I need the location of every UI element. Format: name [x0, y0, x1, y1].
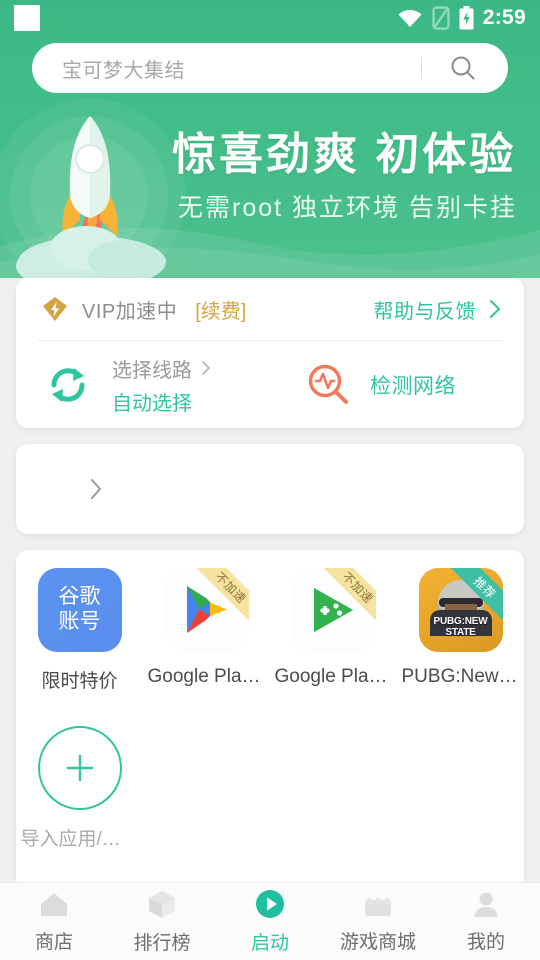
cube-icon: [149, 891, 175, 918]
nav-item-store[interactable]: 商店: [0, 883, 108, 960]
search-icon[interactable]: [448, 53, 478, 83]
import-app-label: 导入应用/游戏: [20, 829, 139, 850]
app-tile[interactable]: 谷歌 账号 限时特价: [16, 568, 143, 693]
nav-item-game-mall[interactable]: 游戏商城: [324, 883, 432, 960]
app-label: Google Play ...: [274, 666, 393, 687]
battery-charging-icon: [459, 6, 474, 30]
search-bar[interactable]: 宝可梦大集结: [32, 43, 508, 93]
sync-refresh-icon: [44, 361, 92, 409]
store-icon: [365, 898, 391, 916]
add-app-row: 导入应用/游戏: [16, 726, 524, 851]
chevron-right-icon[interactable]: [88, 476, 104, 502]
banner-illustration: 惊喜劲爽 初体验 无需root 独立环境 告别卡挂: [0, 96, 540, 278]
bottom-navigation: 商店 排行榜 启动 游戏商城 我的: [0, 882, 540, 960]
app-label: Google Play ...: [147, 666, 266, 687]
search-divider: [421, 57, 422, 79]
status-time: 2:59: [482, 6, 526, 29]
vip-status-row: VIP加速中 [续费] 帮助与反馈: [16, 278, 524, 340]
status-icons: [397, 6, 474, 30]
app-label: PUBG:New S...: [401, 666, 520, 687]
app-icon[interactable]: 不加速: [164, 568, 249, 652]
app-tile[interactable]: 不加速 Google Play ...: [143, 568, 270, 693]
route-value: 自动选择: [112, 392, 192, 415]
vip-status-label: VIP加速中: [82, 300, 178, 323]
app-icon[interactable]: 不加速: [291, 568, 376, 652]
person-icon: [474, 892, 498, 917]
header-green-area: 2:59 宝可梦大集结 惊喜劲爽 初体验 无需root 独立环境 告别卡挂: [0, 0, 540, 278]
chevron-right-icon[interactable]: [488, 298, 502, 320]
status-notification-icon: [14, 5, 40, 31]
network-check-label: 检测网络: [370, 374, 456, 398]
nav-item-ranking[interactable]: 排行榜: [108, 883, 216, 960]
vip-actions-row: 选择线路 自动选择 检测网络: [16, 341, 524, 428]
app-icon[interactable]: PUBG:NEW STATE 推荐: [418, 568, 503, 652]
app-tile[interactable]: PUBG:NEW STATE 推荐 PUBG:New S...: [397, 568, 524, 693]
app-tile[interactable]: 不加速 Google Play ...: [270, 568, 397, 693]
chevron-right-icon: [200, 359, 212, 377]
app-icon-line2: 账号: [58, 610, 101, 633]
app-icon-title: PUBG:NEW STATE: [433, 616, 488, 638]
nav-label: 启动: [250, 933, 289, 954]
app-icon[interactable]: 谷歌 账号: [37, 568, 122, 652]
apps-card: 谷歌 账号 限时特价 不加速 Google Play ... 不加速 Googl…: [16, 550, 524, 890]
promo-card[interactable]: [16, 444, 524, 534]
home-icon: [41, 893, 67, 916]
plus-icon[interactable]: [37, 726, 122, 810]
nav-label: 商店: [34, 932, 73, 953]
app-label: 限时特价: [41, 671, 118, 692]
nav-label: 排行榜: [133, 933, 191, 954]
apps-grid: 谷歌 账号 限时特价 不加速 Google Play ... 不加速 Googl…: [16, 568, 524, 693]
wifi-icon: [398, 10, 422, 27]
help-feedback-label[interactable]: 帮助与反馈: [374, 295, 477, 324]
vip-renew-link[interactable]: [续费]: [195, 295, 246, 324]
play-circle-icon: [256, 890, 284, 918]
search-input[interactable]: 宝可梦大集结: [62, 54, 421, 83]
network-pulse-search-icon: [306, 362, 352, 408]
nav-label: 游戏商城: [339, 932, 416, 953]
import-app-tile[interactable]: 导入应用/游戏: [16, 726, 143, 851]
banner-title: 惊喜劲爽 初体验: [172, 130, 517, 179]
route-select-button[interactable]: 选择线路 自动选择: [16, 354, 306, 416]
status-bar: 2:59: [0, 0, 540, 36]
banner-subtitle: 无需root 独立环境 告别卡挂: [178, 194, 517, 222]
vip-gem-icon: [42, 296, 68, 322]
nav-label: 我的: [466, 932, 505, 953]
route-title: 选择线路: [112, 359, 192, 382]
nav-item-profile[interactable]: 我的: [432, 883, 540, 960]
nav-item-launch[interactable]: 启动: [216, 883, 324, 960]
sim-off-icon: [432, 6, 450, 30]
app-icon-line1: 谷歌: [58, 585, 101, 609]
app-root: 2:59 宝可梦大集结 惊喜劲爽 初体验 无需root 独立环境 告别卡挂 VI…: [0, 0, 540, 960]
vip-card: VIP加速中 [续费] 帮助与反馈 选择线路 自动选择 检测网络: [16, 278, 524, 428]
network-check-button[interactable]: 检测网络: [306, 362, 456, 408]
